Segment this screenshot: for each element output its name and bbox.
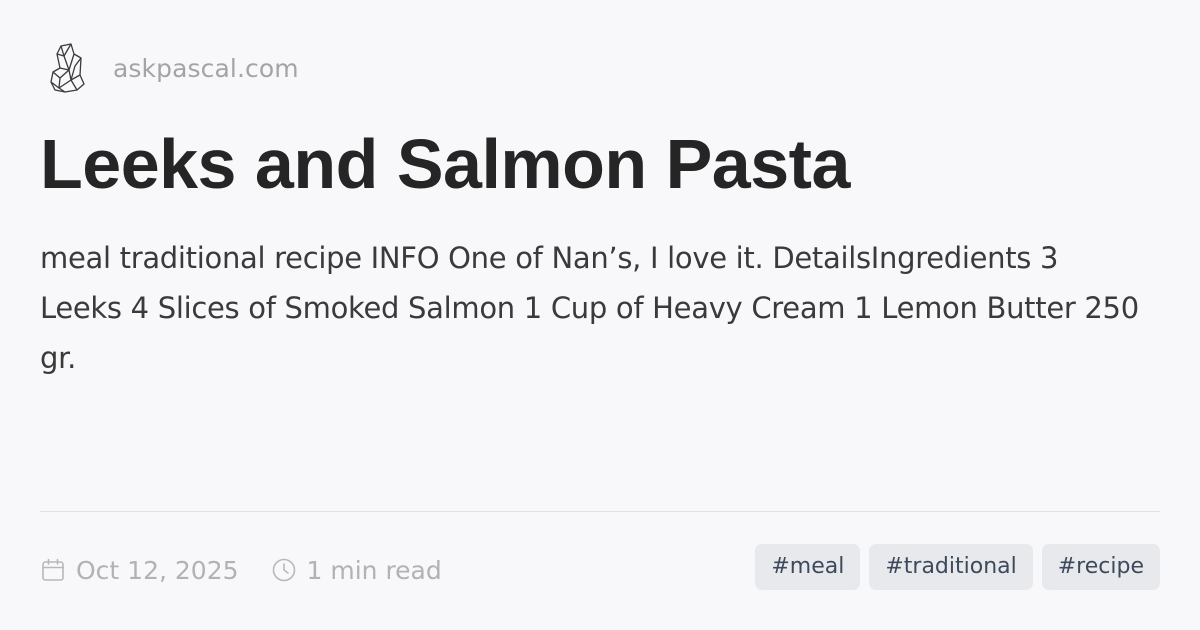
tag-list: #meal #traditional #recipe	[746, 544, 1160, 590]
og-card: askpascal.com Leeks and Salmon Pasta mea…	[0, 0, 1200, 630]
date-text: Oct 12, 2025	[76, 555, 239, 585]
site-header: askpascal.com	[47, 42, 299, 94]
post-meta: Oct 12, 2025 1 min read	[40, 548, 442, 592]
crystal-cluster-icon	[50, 43, 85, 93]
tag-traditional[interactable]: #traditional	[869, 544, 1033, 590]
calendar-icon	[42, 558, 64, 581]
tag-recipe[interactable]: #recipe	[1041, 544, 1160, 590]
publish-date: Oct 12, 2025	[40, 556, 239, 585]
site-name: askpascal.com	[113, 53, 299, 83]
divider	[40, 511, 1160, 512]
tag-meal[interactable]: #meal	[755, 544, 861, 590]
read-time-text: 1 min read	[306, 555, 442, 585]
page-title: Leeks and Salmon Pasta	[40, 125, 850, 203]
read-time: 1 min read	[271, 556, 442, 585]
clock-icon	[272, 558, 295, 582]
post-description: meal traditional recipe INFO One of Nan’…	[40, 241, 1139, 375]
